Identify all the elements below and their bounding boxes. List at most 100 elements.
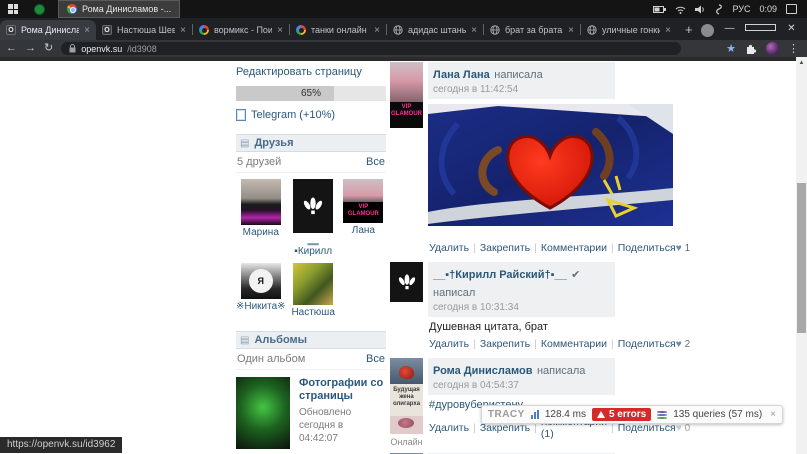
friend-avatar[interactable]: Я xyxy=(241,263,281,299)
tab-tanki-search[interactable]: танки онлайн - П × xyxy=(290,20,386,40)
tracy-queries[interactable]: 135 queries (57 ms) xyxy=(673,409,762,420)
browser-profile-avatar[interactable] xyxy=(766,42,779,55)
edit-page-link[interactable]: Редактировать страницу xyxy=(236,66,362,78)
post-author-link[interactable]: Рома Динисламов xyxy=(433,365,533,377)
friend-marina[interactable]: Марина xyxy=(236,179,286,257)
friend-nikita[interactable]: Я ※Никита※ xyxy=(236,263,286,318)
delete-link[interactable]: Удалить xyxy=(429,338,469,350)
friend-name[interactable]: Марина xyxy=(243,227,279,238)
post-date[interactable]: сегодня в 04:54:37 xyxy=(433,380,610,391)
clock[interactable]: 0:09 xyxy=(759,4,777,14)
scrollbar-up-icon[interactable]: ▲ xyxy=(796,57,807,66)
lock-icon xyxy=(69,44,76,53)
post-wrote-label: написал xyxy=(433,287,475,299)
like-button[interactable]: ♥ 0 xyxy=(676,423,691,434)
friend-lana[interactable]: VIP GLAMOUR Лана xyxy=(341,179,386,257)
album-updated: Обновлено сегодня в 04:42:07 xyxy=(299,406,379,445)
friend-avatar[interactable]: VIP GLAMOUR xyxy=(343,179,383,223)
pin-link[interactable]: Закрепить xyxy=(480,338,530,350)
tab-roma[interactable]: O Рома Динислам × xyxy=(0,20,96,40)
friend-name[interactable]: Настюша xyxy=(291,307,334,318)
share-link[interactable]: Поделиться xyxy=(618,338,676,350)
volume-icon[interactable] xyxy=(695,5,706,14)
new-tab-button[interactable]: + xyxy=(685,22,693,37)
scrollbar-thumb[interactable] xyxy=(797,183,806,333)
adidas-logo-icon xyxy=(397,274,417,290)
windows-logo-icon xyxy=(8,4,18,14)
album-title-link[interactable]: Фотографии со страницы xyxy=(299,377,383,402)
like-button[interactable]: ♥ 2 xyxy=(676,339,691,350)
post-author-avatar[interactable]: VIP GLAMOUR xyxy=(390,62,423,128)
tracy-close-icon[interactable]: × xyxy=(770,409,776,420)
maximize-button[interactable] xyxy=(745,18,776,40)
address-bar[interactable]: openvk.su/id3908 xyxy=(61,42,681,55)
friend-name[interactable]: ※Никита※ xyxy=(236,301,286,312)
extensions-puzzle-icon[interactable] xyxy=(745,43,757,55)
albums-count-row: Один альбом Все xyxy=(236,349,386,370)
openvk-page: Редактировать страницу 65% Telegram (+10… xyxy=(0,57,796,454)
pinned-app-button[interactable] xyxy=(26,4,52,15)
reload-button[interactable]: ↻ xyxy=(44,40,53,57)
post-author-avatar[interactable]: Будущая жена олигарха xyxy=(390,358,423,434)
tab-close-icon[interactable]: × xyxy=(665,25,671,36)
browser-menu-icon[interactable]: ⋮ xyxy=(788,42,799,55)
friend-name[interactable]: ‗‗ ▪Кирилл xyxy=(291,235,336,257)
wifi-icon[interactable] xyxy=(675,5,686,14)
tab-gonki[interactable]: уличные гонки × xyxy=(581,20,677,40)
maximize-icon xyxy=(745,24,776,31)
post-image-heart-drawing[interactable] xyxy=(428,104,673,226)
action-center-icon[interactable] xyxy=(786,4,797,14)
tab-close-icon[interactable]: × xyxy=(374,25,380,36)
back-button[interactable]: ← xyxy=(6,40,17,57)
post-author-link[interactable]: __▪†Кирилл Райский†▪__ xyxy=(433,269,567,281)
friends-all-link[interactable]: Все xyxy=(366,156,385,168)
tab-brat[interactable]: брат за брата - Т × xyxy=(484,20,580,40)
tab-adidas[interactable]: адидас штаны ку × xyxy=(387,20,483,40)
page-scrollbar[interactable]: ▲ xyxy=(796,57,807,454)
post-date[interactable]: сегодня в 10:31:34 xyxy=(433,302,610,313)
album-thumbnail[interactable] xyxy=(236,377,290,449)
tab-close-icon[interactable]: × xyxy=(84,25,90,36)
bookmark-star-icon[interactable]: ★ xyxy=(726,42,736,55)
friend-avatar[interactable] xyxy=(293,263,333,305)
tracy-time[interactable]: 128.4 ms xyxy=(545,409,586,420)
telegram-link[interactable]: Telegram (+10%) xyxy=(251,109,335,121)
post-date[interactable]: сегодня в 11:42:54 xyxy=(433,84,610,95)
friend-nastyusha[interactable]: Настюша xyxy=(291,263,336,318)
close-window-button[interactable]: ✕ xyxy=(776,18,807,40)
friend-avatar[interactable] xyxy=(293,179,333,233)
tab-nastyusha[interactable]: O Настюша Шевч × xyxy=(96,20,192,40)
like-count: 0 xyxy=(685,423,691,434)
tab-close-icon[interactable]: × xyxy=(277,25,283,36)
media-controls-button[interactable] xyxy=(701,24,714,37)
tab-close-icon[interactable]: × xyxy=(180,25,186,36)
post-author-link[interactable]: Лана Лана xyxy=(433,69,490,81)
friend-kirill[interactable]: ‗‗ ▪Кирилл xyxy=(291,179,336,257)
battery-icon[interactable] xyxy=(653,5,666,14)
ink-pen-icon[interactable] xyxy=(715,4,723,15)
tab-close-icon[interactable]: × xyxy=(471,25,477,36)
globe-favicon xyxy=(393,25,403,35)
globe-favicon xyxy=(587,25,597,35)
tracy-errors-badge[interactable]: 5 errors xyxy=(592,408,651,421)
minimize-button[interactable]: — xyxy=(714,18,745,40)
share-link[interactable]: Поделиться xyxy=(618,242,676,254)
tab-vormix-search[interactable]: вормикс - Поис × xyxy=(193,20,289,40)
pin-link[interactable]: Закрепить xyxy=(480,242,530,254)
albums-all-link[interactable]: Все xyxy=(366,353,385,365)
friend-name[interactable]: Лана xyxy=(352,225,375,236)
bar-chart-icon xyxy=(531,410,539,419)
comments-link[interactable]: Комментарии xyxy=(541,242,607,254)
friend-avatar[interactable] xyxy=(241,179,281,225)
delete-link[interactable]: Удалить xyxy=(429,422,469,434)
delete-link[interactable]: Удалить xyxy=(429,242,469,254)
active-task-button[interactable]: Рома Динисламов -... xyxy=(58,0,180,18)
tab-close-icon[interactable]: × xyxy=(568,25,574,36)
post-avatar-column xyxy=(390,262,423,352)
post-author-avatar[interactable] xyxy=(390,262,423,302)
start-button[interactable] xyxy=(0,0,26,18)
comments-link[interactable]: Комментарии xyxy=(541,338,607,350)
forward-button[interactable]: → xyxy=(25,40,36,57)
language-indicator[interactable]: РУС xyxy=(732,4,750,14)
like-button[interactable]: ♥ 1 xyxy=(676,243,691,254)
